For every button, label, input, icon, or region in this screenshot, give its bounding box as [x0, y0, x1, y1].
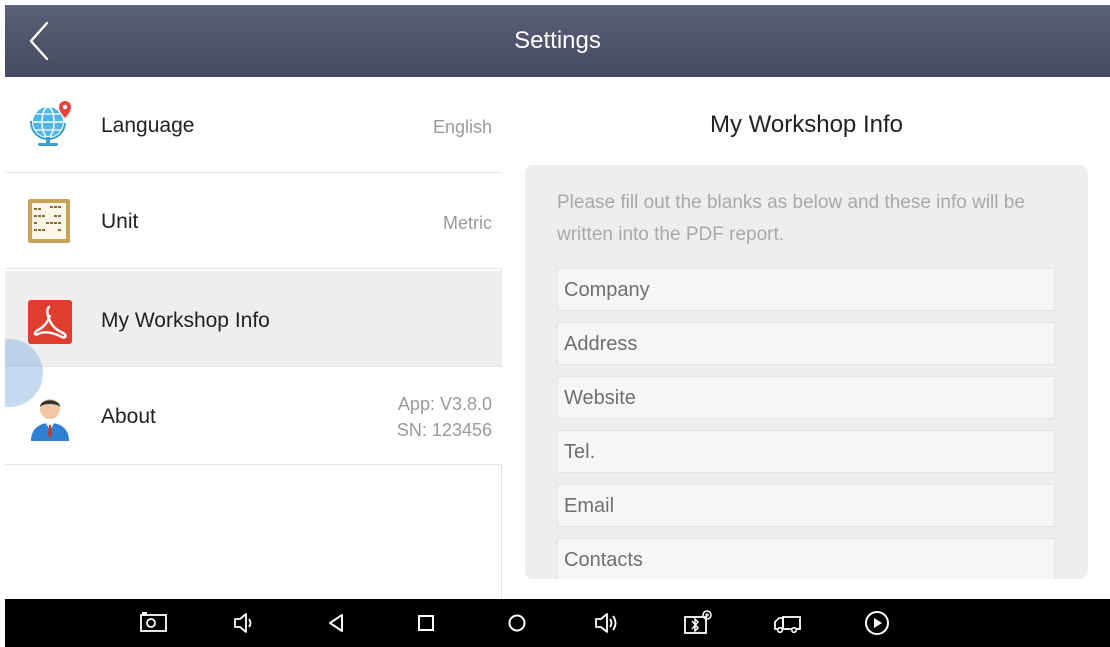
workshop-form: Please fill out the blanks as below and … — [525, 165, 1088, 579]
menu-item-language[interactable]: Language English — [5, 77, 502, 173]
home-button[interactable] — [502, 609, 532, 637]
about-version-info: App: V3.8.0 SN: 123456 — [397, 391, 492, 443]
vci-bluetooth-button[interactable] — [682, 609, 712, 637]
menu-item-workshop-info[interactable]: My Workshop Info — [5, 271, 502, 367]
address-field[interactable]: Address — [557, 322, 1055, 365]
settings-menu: Language English Unit Metric My Workshop… — [5, 77, 502, 599]
panel-title: My Workshop Info — [710, 111, 903, 138]
language-value: English — [432, 117, 492, 137]
volume-up-button[interactable] — [592, 609, 622, 637]
unit-value: Metric — [443, 213, 492, 233]
menu-item-about[interactable]: About App: V3.8.0 SN: 123456 — [5, 369, 502, 465]
form-description: Please fill out the blanks as below and … — [557, 192, 1025, 245]
email-field[interactable]: Email — [557, 484, 1055, 527]
serial-number: SN: 123456 — [396, 420, 492, 440]
vehicle-button[interactable] — [773, 609, 803, 637]
globe-pin-icon — [29, 101, 71, 146]
screenshot-button[interactable] — [138, 609, 168, 637]
back-nav-button[interactable] — [321, 609, 351, 637]
system-nav-bar — [5, 599, 1110, 647]
menu-label-unit: Unit — [101, 210, 139, 233]
tel-field[interactable]: Tel. — [557, 430, 1055, 473]
contacts-field[interactable]: Contacts — [557, 538, 1055, 579]
pdf-icon — [28, 300, 72, 344]
back-icon — [329, 614, 343, 632]
workshop-info-panel: My Workshop Info Please fill out the bla… — [503, 77, 1110, 599]
abacus-icon — [28, 199, 70, 243]
volume-down-button[interactable] — [229, 609, 259, 637]
volume-down-icon — [234, 613, 252, 633]
page-title: Settings — [514, 27, 601, 54]
play-icon — [865, 611, 889, 635]
menu-label-language: Language — [101, 114, 195, 137]
truck-icon — [774, 616, 801, 634]
user-icon — [31, 399, 69, 441]
app-window: Settings Language English Unit Metric My… — [5, 5, 1110, 647]
app-version: App: V3.8.0 — [397, 394, 492, 414]
volume-up-icon — [595, 613, 617, 633]
company-field[interactable]: Company — [557, 268, 1055, 311]
play-button[interactable] — [862, 609, 892, 637]
menu-item-unit[interactable]: Unit Metric — [5, 173, 502, 269]
menu-label-about: About — [101, 405, 156, 428]
header-bar: Settings — [5, 5, 1110, 77]
menu-label-workshop-info: My Workshop Info — [101, 309, 270, 332]
recents-button[interactable] — [411, 609, 441, 637]
vci-bluetooth-icon — [684, 610, 712, 634]
website-field[interactable]: Website — [557, 376, 1055, 419]
home-icon — [508, 614, 526, 632]
recents-icon — [418, 615, 434, 631]
screenshot-icon — [140, 612, 167, 632]
